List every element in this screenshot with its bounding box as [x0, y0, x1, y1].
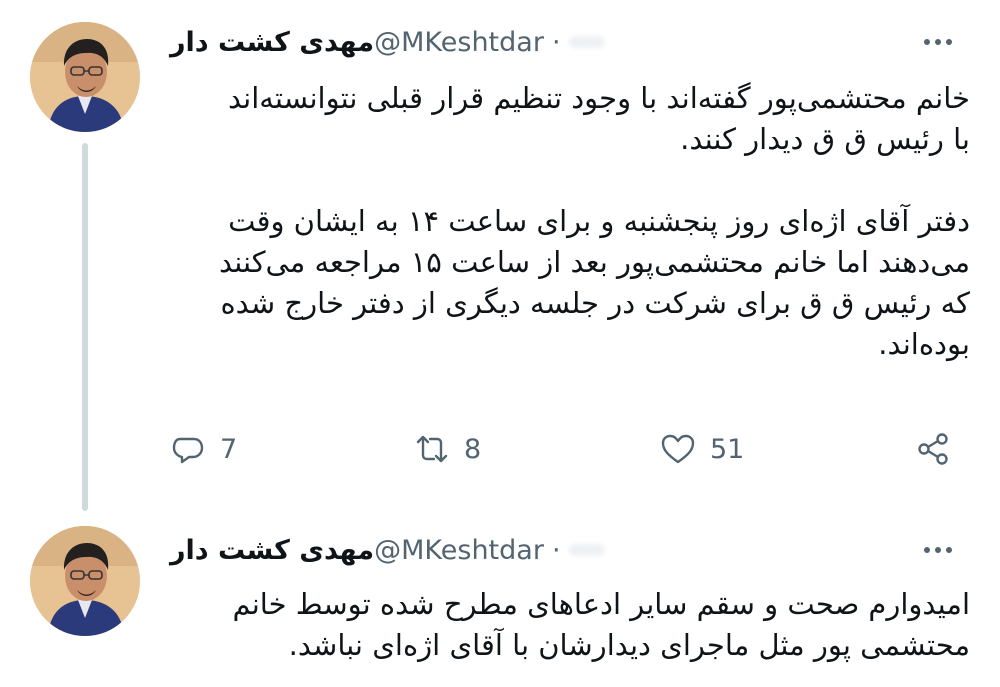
author-name[interactable]: مهدی کشت دار	[170, 27, 374, 58]
more-dots-icon[interactable]	[918, 532, 958, 568]
thread-connector-line	[82, 143, 88, 511]
profile-photo	[30, 526, 140, 636]
tweet-actions: 7 8 51	[170, 424, 960, 474]
share-button[interactable]	[915, 424, 951, 474]
more-dots-icon[interactable]	[918, 24, 958, 60]
reply-count: 7	[220, 433, 238, 465]
tweet-header: مهدی کشت دار @MKeshtdar ·	[160, 528, 970, 572]
avatar[interactable]	[30, 526, 140, 636]
author-name[interactable]: مهدی کشت دار	[170, 535, 374, 566]
profile-photo	[30, 22, 140, 132]
tweet-text: خانم محتشمی‌پور گفته‌اند با وجود تنظیم ق…	[219, 81, 970, 361]
like-count: 51	[710, 433, 745, 465]
separator-dot: ·	[551, 534, 561, 566]
blurred-timestamp	[568, 36, 605, 48]
author-handle[interactable]: @MKeshtdar	[374, 535, 544, 566]
author-handle[interactable]: @MKeshtdar	[374, 27, 544, 58]
heart-icon	[661, 434, 695, 464]
avatar[interactable]	[30, 22, 140, 132]
blurred-timestamp	[568, 544, 605, 556]
retweet-arrows-icon	[416, 435, 448, 463]
reply-bubble-icon	[172, 437, 204, 464]
separator-dot: ·	[551, 26, 561, 58]
share-nodes-icon	[918, 433, 948, 465]
retweet-button[interactable]: 8	[414, 424, 481, 474]
tweet-1[interactable]: مهدی کشت دار @MKeshtdar · خانم محتشمی‌پو…	[0, 0, 1000, 511]
tweet-text: امیدوارم صحت و سقم سایر ادعاهای مطرح شده…	[232, 587, 970, 662]
tweet-2[interactable]: مهدی کشت دار @MKeshtdar · امیدوارم صحت و…	[0, 510, 1000, 687]
reply-button[interactable]: 7	[170, 424, 237, 474]
retweet-count: 8	[464, 433, 482, 465]
handle-group: @MKeshtdar ·	[374, 26, 605, 58]
like-button[interactable]: 51	[660, 424, 744, 474]
tweet-header: مهدی کشت دار @MKeshtdar ·	[160, 20, 970, 64]
handle-group: @MKeshtdar ·	[374, 534, 605, 566]
